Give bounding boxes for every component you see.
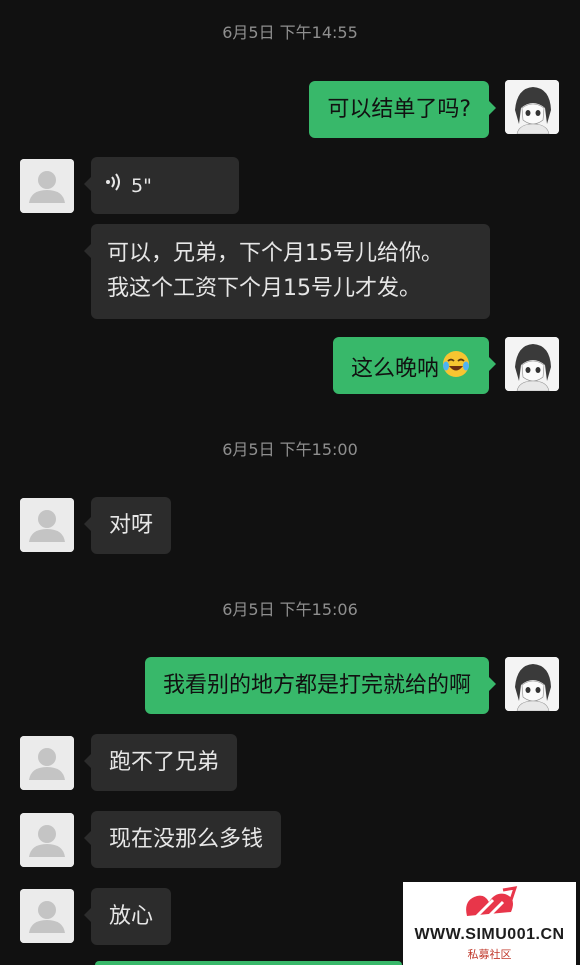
contact-avatar[interactable]: [20, 889, 74, 943]
message-text: 现在没那么多钱: [109, 827, 264, 852]
message-bubble-incoming[interactable]: 可以，兄弟，下个月15号儿给你。 我这个工资下个月15号儿才发。: [84, 224, 490, 319]
timestamp: 6月5日 下午14:55: [222, 23, 358, 42]
watermark-subtext: 私募社区: [467, 948, 512, 961]
my-avatar[interactable]: [505, 80, 559, 134]
default-avatar-icon: [20, 736, 74, 790]
default-avatar-icon: [20, 889, 74, 943]
message-bubble-outgoing[interactable]: 我看别的地方都是打完就给的啊: [144, 657, 497, 714]
timestamp: 6月5日 下午15:00: [222, 440, 358, 459]
contact-avatar[interactable]: [20, 498, 74, 552]
message-text: 可以结单了吗?: [327, 97, 471, 122]
message-bubble-incoming[interactable]: 对呀: [83, 497, 172, 554]
partial-outgoing-bubble: [95, 961, 402, 965]
message-bubble-outgoing[interactable]: 这么晚呐: [332, 337, 497, 394]
my-avatar[interactable]: [505, 657, 559, 711]
watermark-logo-icon: [466, 886, 518, 924]
my-avatar[interactable]: [505, 337, 559, 391]
contact-avatar[interactable]: [20, 813, 74, 867]
timestamp: 6月5日 下午15:06: [222, 600, 358, 619]
default-avatar-icon: [20, 159, 74, 213]
message-text: 我看别的地方都是打完就给的啊: [162, 673, 471, 698]
voice-wave-icon: [105, 169, 121, 203]
message-text: 跑不了兄弟: [109, 750, 220, 775]
watermark: WWW.SIMU001.CN 私募社区: [403, 882, 576, 965]
message-bubble-outgoing[interactable]: 可以结单了吗?: [309, 81, 496, 138]
laughing-crying-emoji-icon: [441, 349, 471, 390]
contact-avatar[interactable]: [20, 159, 74, 213]
message-bubble-incoming[interactable]: 放心: [83, 888, 172, 945]
default-avatar-icon: [20, 498, 74, 552]
message-text: 对呀: [109, 513, 154, 538]
anime-avatar-icon: [505, 80, 559, 134]
message-bubble-incoming[interactable]: 跑不了兄弟: [83, 734, 238, 791]
anime-avatar-icon: [505, 337, 559, 391]
message-text-line: 可以，兄弟，下个月15号儿给你。: [107, 241, 443, 266]
default-avatar-icon: [20, 813, 74, 867]
message-bubble-incoming[interactable]: 现在没那么多钱: [83, 811, 282, 868]
anime-avatar-icon: [505, 657, 559, 711]
contact-avatar[interactable]: [20, 736, 74, 790]
voice-message-bubble[interactable]: 5": [84, 157, 239, 214]
message-text: 这么晚呐: [350, 356, 439, 382]
message-text: 放心: [109, 904, 154, 929]
watermark-text: WWW.SIMU001.CN: [414, 926, 565, 943]
voice-duration: 5": [131, 175, 152, 197]
message-text-line: 我这个工资下个月15号儿才发。: [107, 276, 421, 301]
